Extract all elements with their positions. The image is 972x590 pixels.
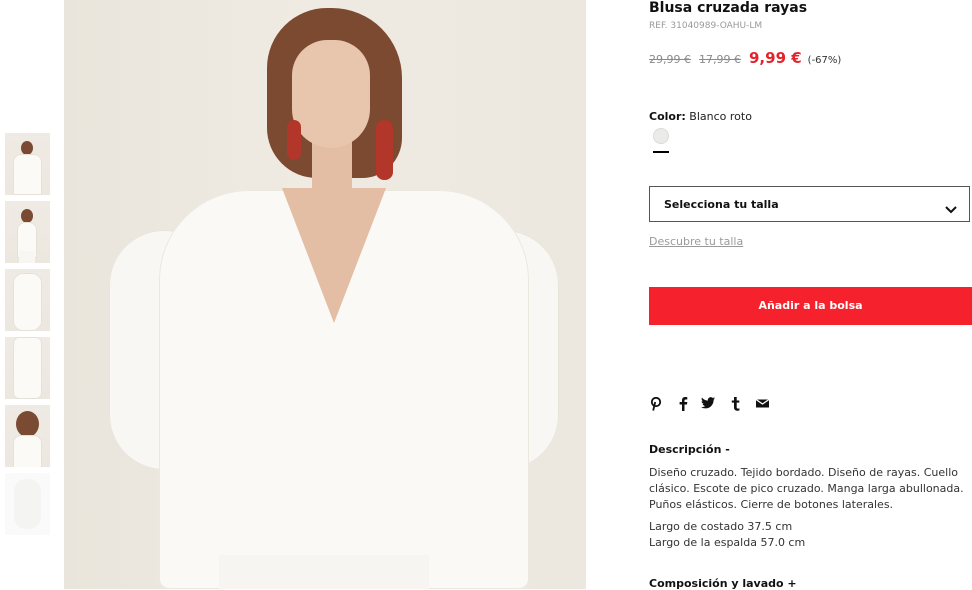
size-guide-link[interactable]: Descubre tu talla — [649, 235, 743, 248]
thumbnail-model-head — [21, 209, 33, 223]
model-vneck — [282, 188, 386, 323]
model-left-earring — [287, 120, 301, 160]
product-title: Blusa cruzada rayas — [649, 0, 808, 16]
product-reference: REF. 31040989-OAHU-LM — [649, 21, 763, 31]
thumbnail-4[interactable] — [5, 337, 50, 399]
price-block: 29,99 € 17,99 € 9,99 € (-67%) — [649, 48, 841, 67]
measurement-back-length: Largo de la espalda 57.0 cm — [649, 536, 806, 549]
previous-price: 17,99 € — [699, 53, 741, 66]
size-select[interactable]: Selecciona tu talla — [649, 186, 970, 222]
thumbnail-5[interactable] — [5, 405, 50, 467]
add-to-bag-button[interactable]: Añadir a la bolsa — [649, 287, 972, 325]
thumbnail-3[interactable] — [5, 269, 50, 331]
description-heading[interactable]: Descripción - — [649, 443, 730, 456]
model-right-earring — [376, 120, 393, 180]
original-price: 29,99 € — [649, 53, 691, 66]
color-value: Blanco roto — [689, 110, 752, 123]
color-label: Color: — [649, 110, 686, 123]
thumbnail-blouse-closeup — [13, 337, 42, 399]
thumbnail-2[interactable] — [5, 201, 50, 263]
color-swatch-blanco-roto[interactable] — [653, 128, 669, 144]
composition-care-heading[interactable]: Composición y lavado + — [649, 577, 797, 590]
twitter-icon[interactable] — [701, 397, 715, 413]
selected-swatch-indicator — [653, 151, 669, 153]
color-info: Color: Blanco roto — [649, 110, 752, 123]
thumbnail-blouse — [13, 435, 42, 467]
main-product-image[interactable] — [64, 0, 586, 589]
tumblr-icon[interactable] — [728, 397, 742, 413]
thumbnail-blouse-detail — [13, 273, 42, 331]
sale-price: 9,99 € — [749, 49, 802, 67]
facebook-icon[interactable] — [676, 397, 690, 413]
thumbnail-6[interactable] — [5, 473, 50, 535]
thumbnail-1[interactable] — [5, 133, 50, 195]
model-face — [292, 40, 370, 148]
thumbnail-strip — [5, 133, 51, 541]
model-pants — [219, 555, 429, 589]
email-icon[interactable] — [755, 397, 769, 413]
description-text: Diseño cruzado. Tejido bordado. Diseño d… — [649, 466, 964, 511]
thumbnail-model-head — [21, 141, 33, 155]
thumbnail-blouse-flat — [14, 479, 41, 529]
size-select-label: Selecciona tu talla — [664, 198, 779, 211]
discount-badge: (-67%) — [807, 55, 842, 66]
chevron-down-icon — [945, 199, 957, 218]
thumbnail-pants — [19, 251, 35, 263]
pinterest-icon[interactable] — [649, 396, 663, 413]
thumbnail-blouse — [13, 154, 42, 195]
thumbnail-model-head — [16, 411, 39, 437]
measurement-side-length: Largo de costado 37.5 cm — [649, 520, 793, 533]
